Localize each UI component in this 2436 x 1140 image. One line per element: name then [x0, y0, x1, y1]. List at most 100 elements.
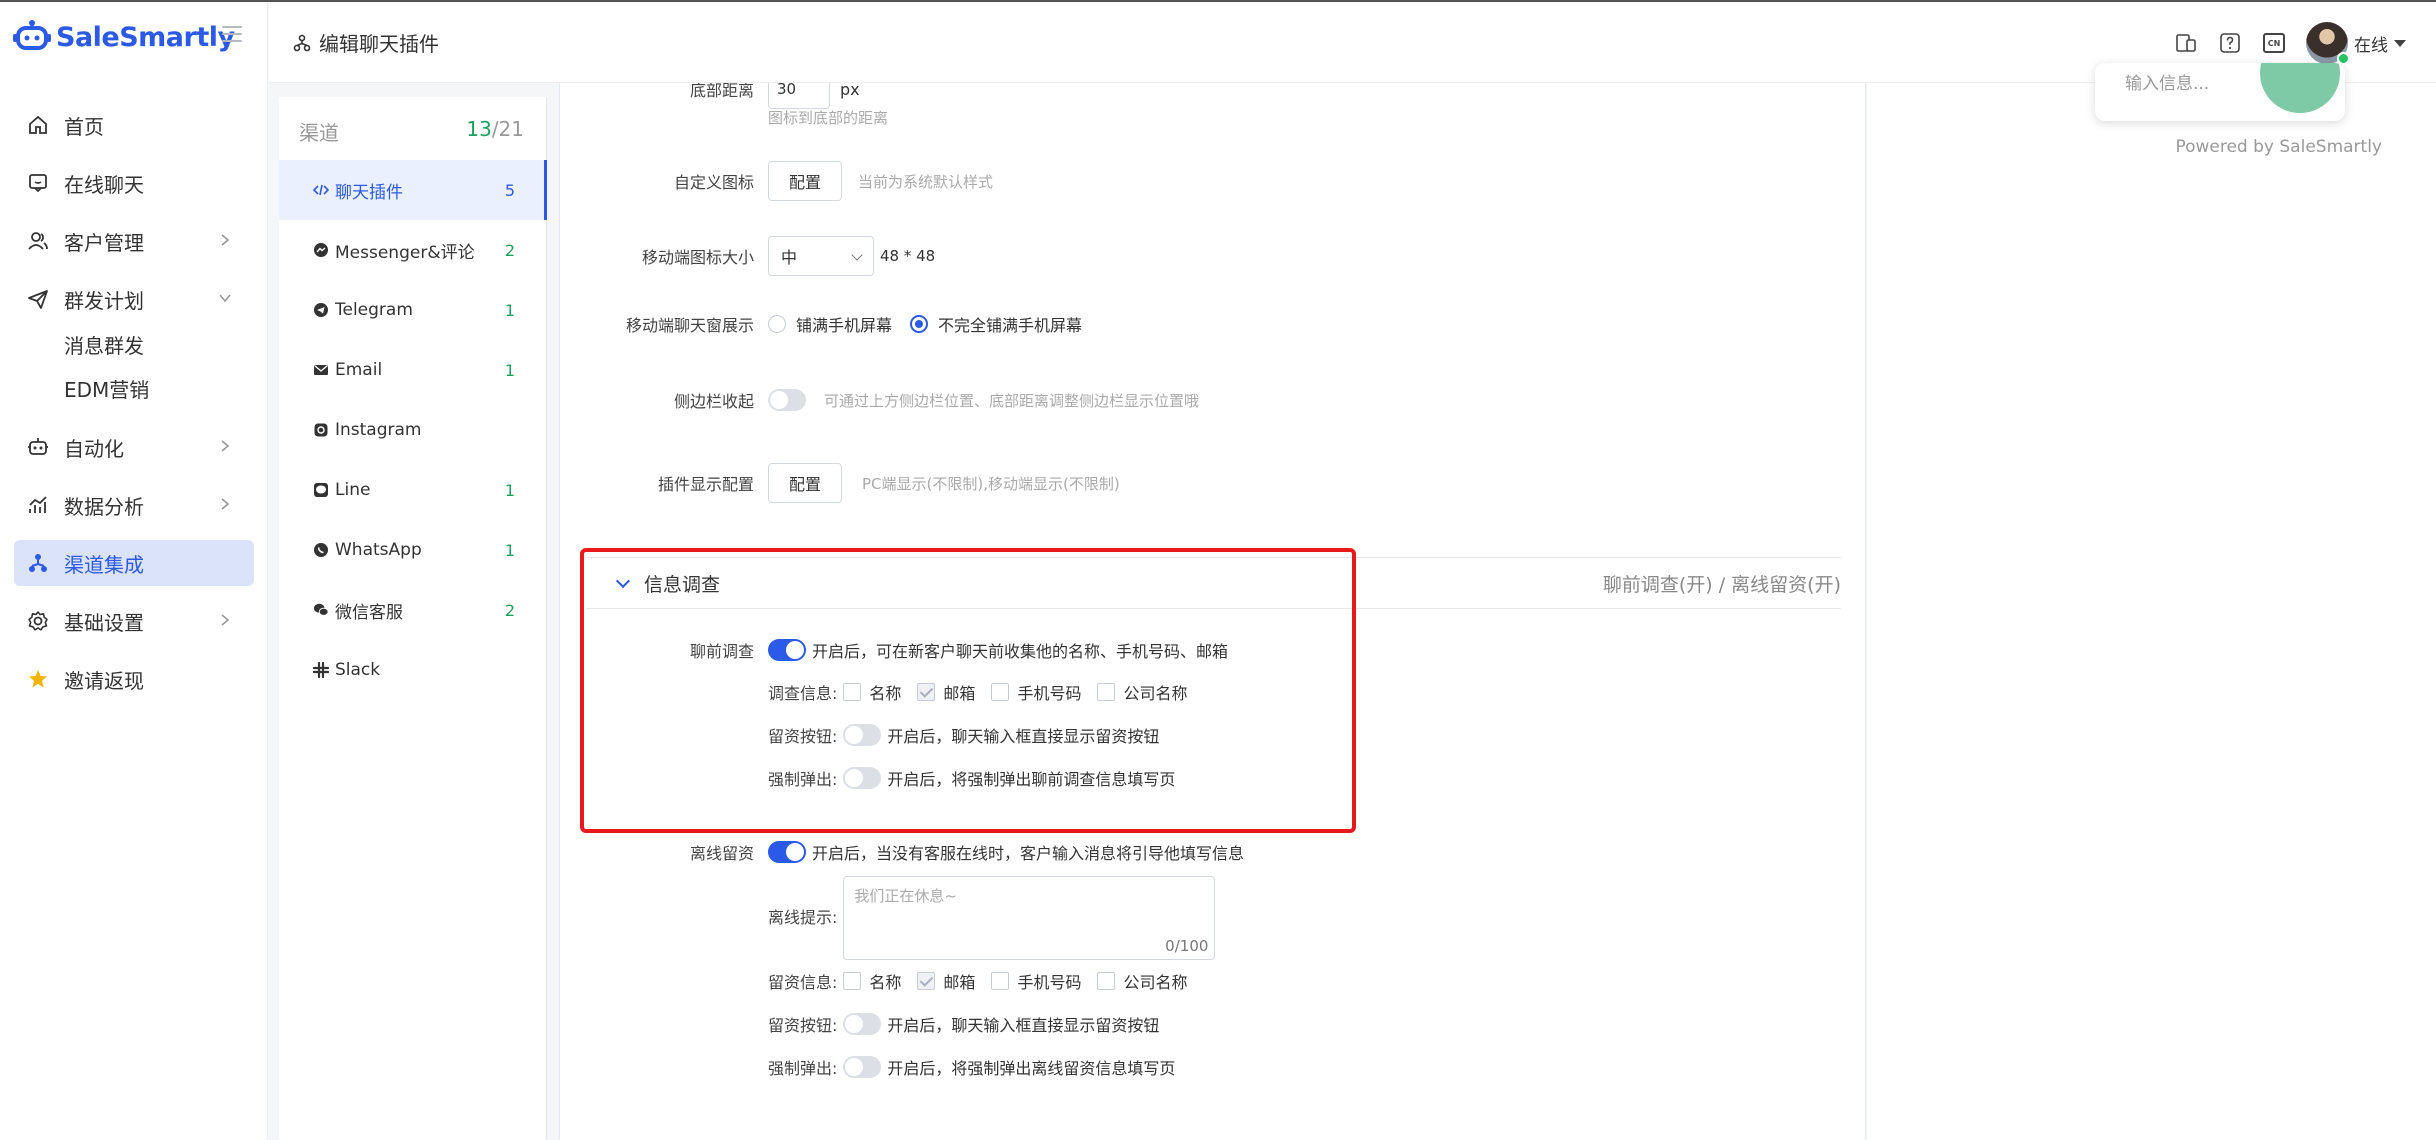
wechat-icon: [313, 602, 329, 618]
caret-down-icon[interactable]: [2394, 39, 2406, 47]
section-title: 信息调查: [644, 573, 721, 596]
offline-toggle[interactable]: [768, 841, 806, 863]
nav-sub-bulk-message[interactable]: 消息群发: [0, 322, 268, 366]
chat-bubble-icon[interactable]: [2260, 63, 2340, 113]
language-icon[interactable]: CN: [2262, 31, 2286, 55]
top-actions: CN 在线: [2174, 22, 2406, 65]
checkbox-label: 邮箱: [943, 684, 976, 703]
channel-item-whatsapp[interactable]: WhatsApp 1: [279, 520, 547, 580]
preview-chat-card: 输入信息...: [2095, 63, 2345, 121]
nav-item-home[interactable]: 首页: [14, 102, 254, 148]
nav-item-live-chat[interactable]: 在线聊天: [14, 160, 254, 206]
radio-label[interactable]: 不完全铺满手机屏幕: [938, 312, 1082, 336]
field-label: 移动端图标大小: [641, 248, 754, 267]
logo[interactable]: SaleSmartly: [12, 18, 235, 56]
row-mobile-icon-size: 移动端图标大小 中 48 * 48: [560, 236, 935, 276]
checkbox-email[interactable]: 邮箱: [917, 680, 975, 704]
channel-label: Slack: [335, 660, 381, 680]
channel-count-badge: 5: [504, 180, 515, 200]
pre-chat-button-toggle[interactable]: [843, 724, 882, 746]
pre-chat-popup-toggle[interactable]: [843, 767, 882, 789]
checkbox-company[interactable]: 公司名称: [1097, 680, 1187, 704]
sidebar-collapse-toggle[interactable]: [768, 389, 806, 411]
section-summary: 聊前调查(开) / 离线留资(开): [1602, 573, 1841, 596]
nav-label: 在线聊天: [64, 172, 144, 197]
sub-label: 强制弹出:: [768, 770, 838, 789]
checkbox-label: 手机号码: [1017, 973, 1082, 992]
checkbox-phone[interactable]: 手机号码: [991, 680, 1081, 704]
nav-item-automation[interactable]: 自动化: [14, 424, 254, 470]
brand-name: SaleSmartly: [56, 21, 235, 53]
checkbox[interactable]: [991, 683, 1010, 701]
offline-tip-textarea[interactable]: 我们正在休息~ 0/100: [843, 876, 1216, 960]
channel-total: /21: [491, 117, 524, 141]
checkbox[interactable]: [917, 683, 936, 701]
radio-full-screen[interactable]: [768, 315, 786, 333]
checkbox-label: 名称: [869, 684, 902, 703]
nav-item-settings[interactable]: 基础设置: [14, 598, 254, 644]
checkbox-phone[interactable]: 手机号码: [991, 969, 1081, 993]
channel-item-slack[interactable]: Slack: [279, 640, 547, 700]
settings-form: 底部距离 30 px 图标到底部的距离 自定义图标 配置 当前为系统默认样式 移…: [559, 83, 1866, 1140]
checkbox-label: 公司名称: [1123, 684, 1188, 703]
mobile-icon-size-select[interactable]: 中: [768, 236, 874, 276]
checkbox[interactable]: [1097, 683, 1116, 701]
channel-item-wechat[interactable]: 微信客服 2: [279, 580, 547, 640]
page-title: 编辑聊天插件: [319, 32, 439, 56]
radio-label[interactable]: 铺满手机屏幕: [796, 312, 892, 336]
toggle-desc: 开启后，当没有客服在线时，客户输入消息将引导他填写信息: [812, 844, 1245, 863]
channel-item-messenger[interactable]: Messenger&评论 2: [279, 220, 547, 280]
radio-partial-screen[interactable]: [910, 315, 929, 333]
offline-popup-toggle[interactable]: [843, 1056, 882, 1078]
nav-label: 自动化: [64, 436, 124, 461]
nav-item-broadcast[interactable]: 群发计划: [14, 276, 254, 322]
checkbox-name[interactable]: 名称: [843, 680, 901, 704]
channel-count-badge: 1: [504, 480, 515, 500]
channel-item-instagram[interactable]: Instagram: [279, 400, 547, 460]
chevron-right-icon: [221, 440, 230, 452]
survey-section-header[interactable]: 信息调查 聊前调查(开) / 离线留资(开): [586, 557, 1841, 609]
channel-item-email[interactable]: Email 1: [279, 340, 547, 400]
preview-input-hint: 输入信息...: [2125, 74, 2210, 94]
checkbox[interactable]: [843, 972, 862, 990]
chevron-down-icon: [219, 294, 231, 303]
channel-item-chat-plugin[interactable]: 聊天插件 5: [279, 160, 547, 220]
checkbox-label: 公司名称: [1123, 973, 1188, 992]
devices-icon[interactable]: [2174, 31, 2198, 55]
channel-item-line[interactable]: Line 1: [279, 460, 547, 520]
avatar[interactable]: [2306, 22, 2350, 65]
nav-item-customers[interactable]: 客户管理: [14, 218, 254, 264]
nav-sub-edm[interactable]: EDM营销: [0, 366, 268, 410]
user-status[interactable]: 在线: [2354, 31, 2388, 56]
hint-text: PC端显示(不限制),移动端显示(不限制): [862, 474, 1120, 493]
checkbox-email[interactable]: 邮箱: [917, 969, 975, 993]
send-icon: [26, 287, 50, 311]
star-icon: [26, 667, 50, 691]
nav-item-referral[interactable]: 邀请返现: [14, 656, 254, 702]
checkbox[interactable]: [917, 972, 936, 990]
checkbox-name[interactable]: 名称: [843, 969, 901, 993]
help-icon[interactable]: [2218, 31, 2242, 55]
checkbox[interactable]: [1097, 972, 1116, 990]
pre-chat-toggle[interactable]: [768, 639, 806, 661]
checkbox[interactable]: [843, 683, 862, 701]
checkbox-label: 手机号码: [1017, 684, 1082, 703]
nav-label: 渠道集成: [64, 552, 144, 577]
menu-toggle-icon[interactable]: [222, 26, 242, 42]
main-nav: 首页 在线聊天 客户管理 群发计划 消息群发 EDM营销 自动化 数据分析 渠道…: [0, 102, 268, 714]
robot-icon: [26, 435, 50, 459]
instagram-icon: [313, 422, 329, 438]
gear-icon: [26, 609, 50, 633]
chevron-down-icon: [615, 573, 631, 589]
custom-icon-config-button[interactable]: 配置: [768, 161, 843, 201]
line-icon: [313, 482, 329, 498]
field-label: 聊前调查: [689, 642, 754, 661]
offline-button-toggle[interactable]: [843, 1013, 882, 1035]
bottom-distance-input[interactable]: 30: [768, 83, 830, 109]
channel-item-telegram[interactable]: Telegram 1: [279, 280, 547, 340]
nav-item-analytics[interactable]: 数据分析: [14, 482, 254, 528]
nav-item-channels[interactable]: 渠道集成: [14, 540, 254, 586]
checkbox[interactable]: [991, 972, 1010, 990]
checkbox-company[interactable]: 公司名称: [1097, 969, 1187, 993]
display-config-button[interactable]: 配置: [768, 463, 843, 503]
